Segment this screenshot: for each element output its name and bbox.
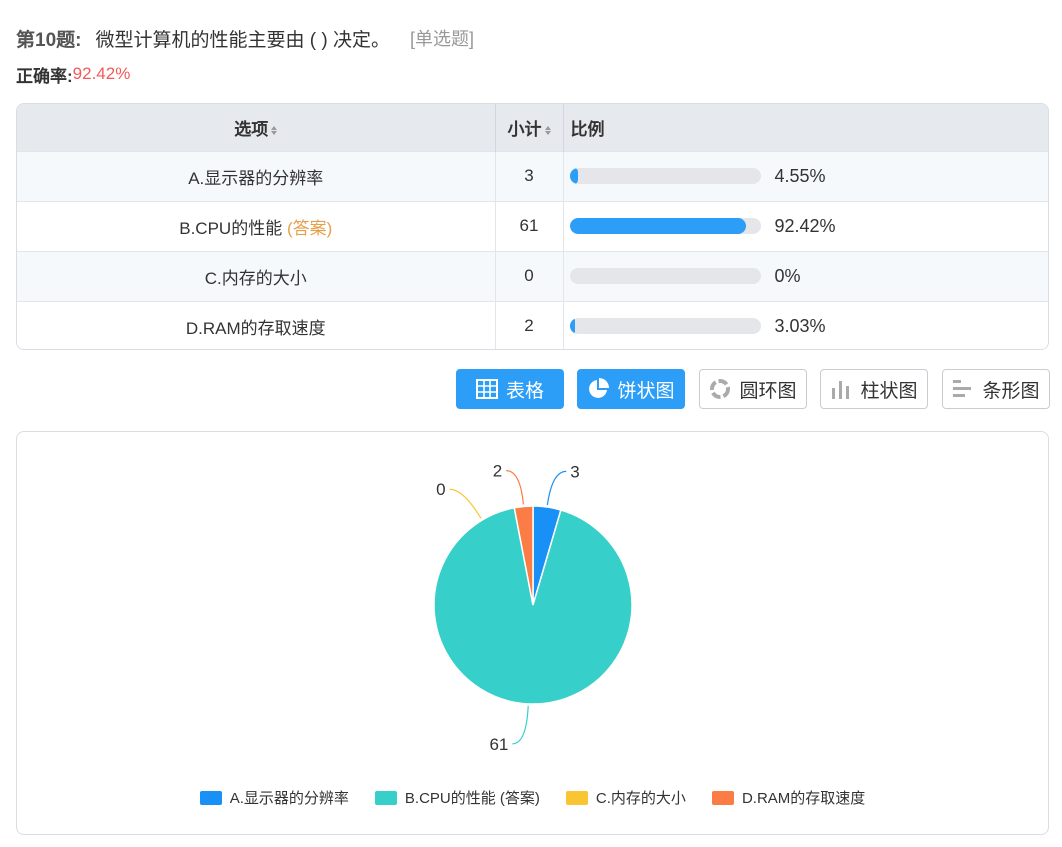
data-label: 0 — [436, 480, 445, 499]
pie-view-button[interactable]: 饼状图 — [577, 369, 685, 409]
header-count[interactable]: 小计 — [495, 104, 564, 151]
horizontal-bar-icon — [952, 378, 974, 400]
accuracy-rate: 正确率: 92.42% — [16, 62, 130, 86]
pie-chart: 3 61 0 2 — [433, 462, 633, 754]
accuracy-value: 92.42% — [72, 64, 131, 83]
data-label: 2 — [493, 462, 502, 481]
table-row: C.内存的大小 0 0% — [17, 250, 1048, 301]
legend-label: B.CPU的性能 (答案) — [404, 790, 540, 807]
legend-swatch — [565, 790, 588, 805]
ratio-bar — [569, 218, 761, 234]
option-label: B.CPU的性能 (答案) — [17, 200, 496, 251]
question-number: 第10题: — [16, 29, 82, 51]
ratio-bar — [569, 318, 761, 335]
header-option[interactable]: 选项 — [17, 104, 496, 151]
donut-view-button[interactable]: 圆环图 — [699, 369, 807, 409]
sort-icon[interactable] — [271, 125, 278, 135]
bar-view-button[interactable]: 柱状图 — [820, 369, 928, 409]
label-leader-line — [449, 488, 482, 519]
legend-label: D.RAM的存取速度 — [741, 790, 866, 807]
legend-item[interactable]: C.内存的大小 — [565, 787, 686, 808]
option-count: 61 — [495, 200, 564, 251]
option-label: D.RAM的存取速度 — [17, 300, 496, 349]
pie-chart-panel: 3 61 0 2 A.显示器的分辨率 B.CPU的性能 (答案) C.内存的大小 D.RAM… — [16, 431, 1049, 835]
table-row: B.CPU的性能 (答案) 61 92.42% — [17, 200, 1048, 251]
question-type: [单选题] — [409, 29, 474, 49]
legend-label: C.内存的大小 — [595, 790, 686, 807]
question-title: 第10题: 微型计算机的性能主要由 ( ) 决定。 [单选题] — [16, 24, 474, 52]
question-text: 微型计算机的性能主要由 ( ) 决定。 — [95, 29, 390, 51]
table-icon — [475, 379, 498, 399]
option-label: C.内存的大小 — [17, 250, 496, 301]
legend-swatch — [374, 790, 397, 805]
legend-item[interactable]: B.CPU的性能 (答案) — [374, 787, 540, 808]
ratio-percent: 92.42% — [774, 215, 836, 236]
ratio-percent: 3.03% — [774, 315, 826, 336]
ratio-percent: 4.55% — [774, 165, 826, 186]
table-view-button[interactable]: 表格 — [456, 369, 564, 409]
ratio-bar — [569, 168, 761, 184]
option-count: 3 — [495, 150, 564, 201]
donut-chart-icon — [709, 378, 731, 400]
ratio-bar — [569, 268, 761, 284]
data-label: 3 — [570, 462, 579, 481]
horizontal-bar-view-button[interactable]: 条形图 — [942, 369, 1050, 409]
label-leader-line — [546, 470, 567, 506]
option-count: 2 — [495, 300, 564, 349]
accuracy-label: 正确率: — [16, 66, 73, 86]
chart-legend: A.显示器的分辨率 B.CPU的性能 (答案) C.内存的大小 D.RAM的存取速度 — [17, 787, 1048, 808]
legend-label: A.显示器的分辨率 — [229, 790, 349, 807]
table-row: D.RAM的存取速度 2 3.03% — [17, 300, 1048, 349]
label-leader-line — [512, 705, 529, 745]
data-label: 61 — [489, 735, 508, 754]
bar-chart-icon — [830, 378, 852, 400]
results-table: 选项 小计 比例 A.显示器的分辨率 3 4.55% B.CPU的性能 (答案)… — [16, 103, 1049, 350]
sort-icon[interactable] — [544, 125, 551, 135]
legend-swatch — [199, 790, 222, 805]
pie-chart-icon — [587, 378, 610, 400]
table-row: A.显示器的分辨率 3 4.55% — [17, 150, 1048, 201]
legend-swatch — [711, 790, 734, 805]
ratio-percent: 0% — [774, 265, 801, 286]
option-count: 0 — [495, 250, 564, 301]
legend-item[interactable]: A.显示器的分辨率 — [199, 787, 349, 808]
legend-item[interactable]: D.RAM的存取速度 — [711, 787, 866, 808]
header-ratio: 比例 — [563, 104, 1048, 151]
label-leader-line — [506, 470, 524, 505]
option-label: A.显示器的分辨率 — [17, 150, 496, 201]
answer-tag: (答案) — [286, 218, 333, 238]
